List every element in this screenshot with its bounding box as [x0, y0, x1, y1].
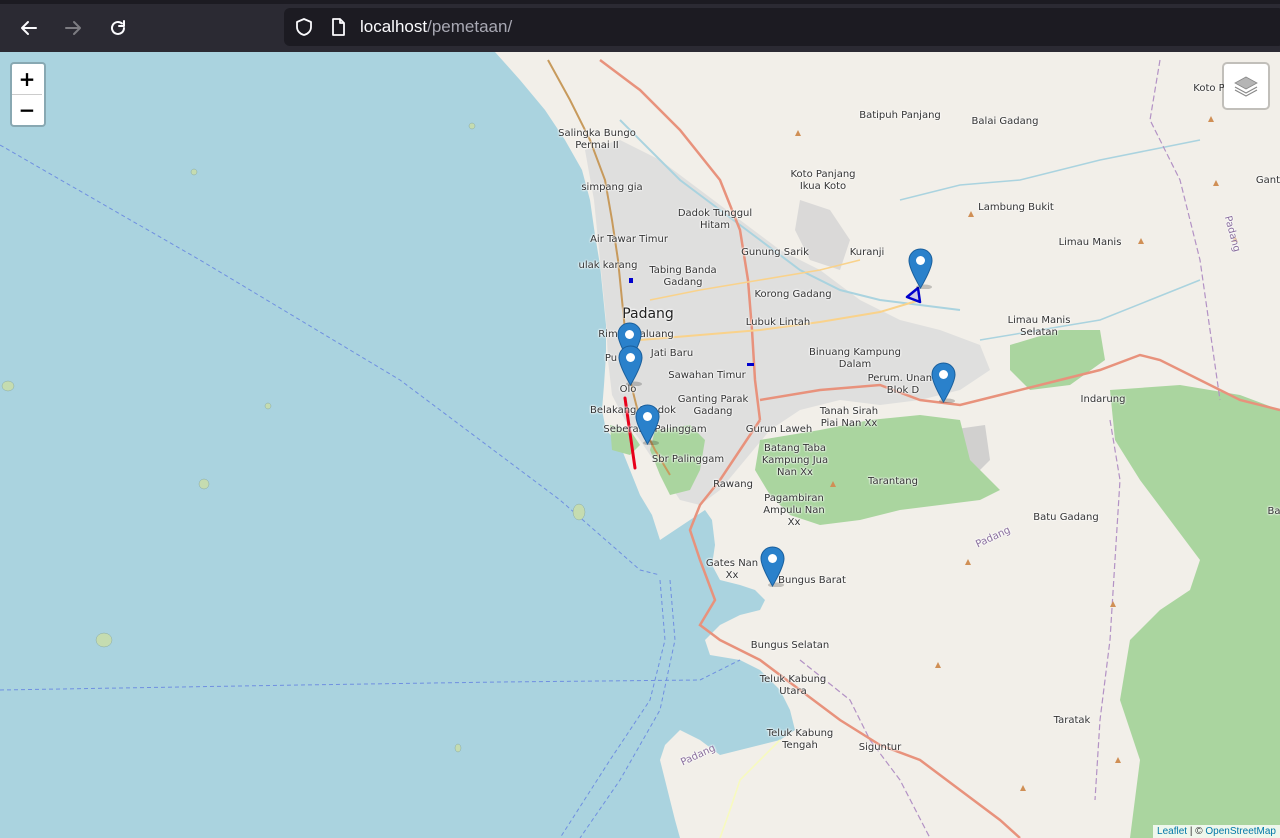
island-5: [190, 168, 198, 176]
place-label-sbr: Sbr Palinggam: [651, 454, 725, 465]
map-marker[interactable]: [760, 546, 785, 588]
map-marker[interactable]: [618, 345, 643, 387]
map-attribution: Leaflet | © OpenStreetMap: [1153, 825, 1280, 838]
zoom-out-button[interactable]: −: [12, 94, 42, 125]
place-label-kuranji: Kuranji: [849, 247, 885, 258]
map-pin-icon: [908, 248, 933, 290]
place-label-batu-gadang: Batu Gadang: [1033, 512, 1099, 523]
map-pin-icon: [760, 546, 785, 588]
url-bar[interactable]: localhost/pemetaan/: [284, 8, 1280, 46]
place-label-lubuk-lintah: Lubuk Lintah: [745, 317, 811, 328]
overlay-small-1: [629, 278, 633, 283]
osm-link[interactable]: OpenStreetMap: [1205, 826, 1276, 837]
map-marker[interactable]: [931, 362, 956, 404]
island-2: [572, 503, 586, 521]
place-label-binuang: Binuang Kampung Dalam: [809, 347, 901, 370]
place-label-simpang-gia: simpang gia: [581, 182, 643, 193]
place-label-limau-manis-selatan: Limau Manis Selatan: [1007, 315, 1071, 338]
leaflet-link[interactable]: Leaflet: [1157, 826, 1187, 837]
place-label-lambung-bukit: Lambung Bukit: [978, 202, 1054, 213]
city-label-padang: Padang: [622, 306, 674, 322]
browser-toolbar: localhost/pemetaan/: [0, 0, 1280, 52]
place-label-salingka: Salingka Bungo Permai II: [558, 128, 636, 151]
place-label-batang: Batang Taba Kampung Jua Nan Xx: [761, 443, 829, 478]
place-label-korong: Korong Gadang: [754, 289, 832, 300]
place-label-gunung-sarik: Gunung Sarik: [741, 247, 809, 258]
place-label-bungus-selatan: Bungus Selatan: [750, 640, 830, 651]
place-label-teluk-tengah: Teluk Kabung Tengah: [766, 728, 834, 751]
tab-strip: [0, 0, 1280, 4]
place-label-gates: Gates Nan Xx: [705, 558, 759, 581]
zoom-in-button[interactable]: +: [12, 64, 42, 94]
island-6: [468, 122, 476, 130]
island-3: [198, 478, 210, 490]
place-label-pu: Pu: [604, 353, 618, 364]
attribution-separator: | ©: [1187, 826, 1206, 837]
place-label-rawang: Rawang: [713, 479, 753, 490]
forward-arrow-icon: [65, 21, 81, 35]
place-label-ba: Ba: [1267, 506, 1280, 517]
place-label-tanah-sirah: Tanah Sirah Piai Nan Xx: [819, 406, 879, 429]
place-label-air-tawar: Air Tawar Timur: [590, 234, 668, 245]
place-label-gant: Gant: [1255, 175, 1280, 186]
place-label-taratak: Taratak: [1053, 715, 1091, 726]
map-marker[interactable]: [908, 248, 933, 290]
layers-control-button[interactable]: [1222, 62, 1270, 110]
place-label-teluk-utara: Teluk Kabung Utara: [759, 674, 827, 697]
place-label-batipuh: Batipuh Panjang: [859, 110, 941, 121]
layers-icon: [1234, 76, 1258, 97]
reload-button[interactable]: [100, 10, 136, 46]
url-path: /pemetaan/: [427, 17, 513, 36]
place-label-ganting: Ganting Parak Gadang: [677, 394, 749, 417]
map-marker[interactable]: [635, 404, 660, 446]
zoom-control: + −: [10, 62, 46, 127]
overlay-small-2: [747, 363, 754, 366]
page-icon[interactable]: [328, 17, 348, 37]
island-8: [454, 743, 462, 753]
place-label-belakang: Belakang Pondok: [590, 405, 676, 416]
back-arrow-icon: [21, 21, 37, 35]
place-label-pagambiran: Pagambiran Ampulu Nan Xx: [763, 493, 825, 528]
island-1: [95, 632, 113, 648]
url-host: localhost: [360, 17, 428, 36]
place-label-bungus-barat: Bungus Barat: [778, 575, 846, 586]
reload-icon: [111, 20, 125, 35]
place-label-limau-manis: Limau Manis: [1058, 237, 1122, 248]
back-button[interactable]: [11, 10, 47, 46]
place-label-perum: Perum. Unand Blok D: [867, 373, 939, 396]
place-label-indarung: Indarung: [1080, 394, 1126, 405]
island-4: [1, 380, 15, 392]
place-label-ulak-karang: ulak karang: [578, 260, 638, 271]
place-label-dadok: Dadok Tunggul Hitam: [677, 208, 753, 231]
place-label-balai-gadang: Balai Gadang: [971, 116, 1039, 127]
place-label-tabing: Tabing Banda Gadang: [649, 265, 717, 288]
place-label-gurun: Gurun Laweh: [745, 424, 813, 435]
place-label-sawahan: Sawahan Timur: [668, 370, 746, 381]
map-pin-icon: [931, 362, 956, 404]
place-label-koto-p: Koto P: [1193, 83, 1225, 94]
place-label-jati: Jati Baru: [650, 348, 694, 359]
shield-icon[interactable]: [294, 17, 314, 37]
place-label-siguntur: Siguntur: [858, 742, 902, 753]
place-label-koto-panjang: Koto Panjang Ikua Koto: [790, 169, 856, 192]
url-text[interactable]: localhost/pemetaan/: [360, 17, 512, 37]
map-container[interactable]: Padang Salingka Bungo Permai II simpang g…: [0, 52, 1280, 838]
map-pin-icon: [635, 404, 660, 446]
island-7: [264, 402, 272, 410]
map-pin-icon: [618, 345, 643, 387]
place-label-tarantang: Tarantang: [868, 476, 918, 487]
forward-button[interactable]: [55, 10, 91, 46]
